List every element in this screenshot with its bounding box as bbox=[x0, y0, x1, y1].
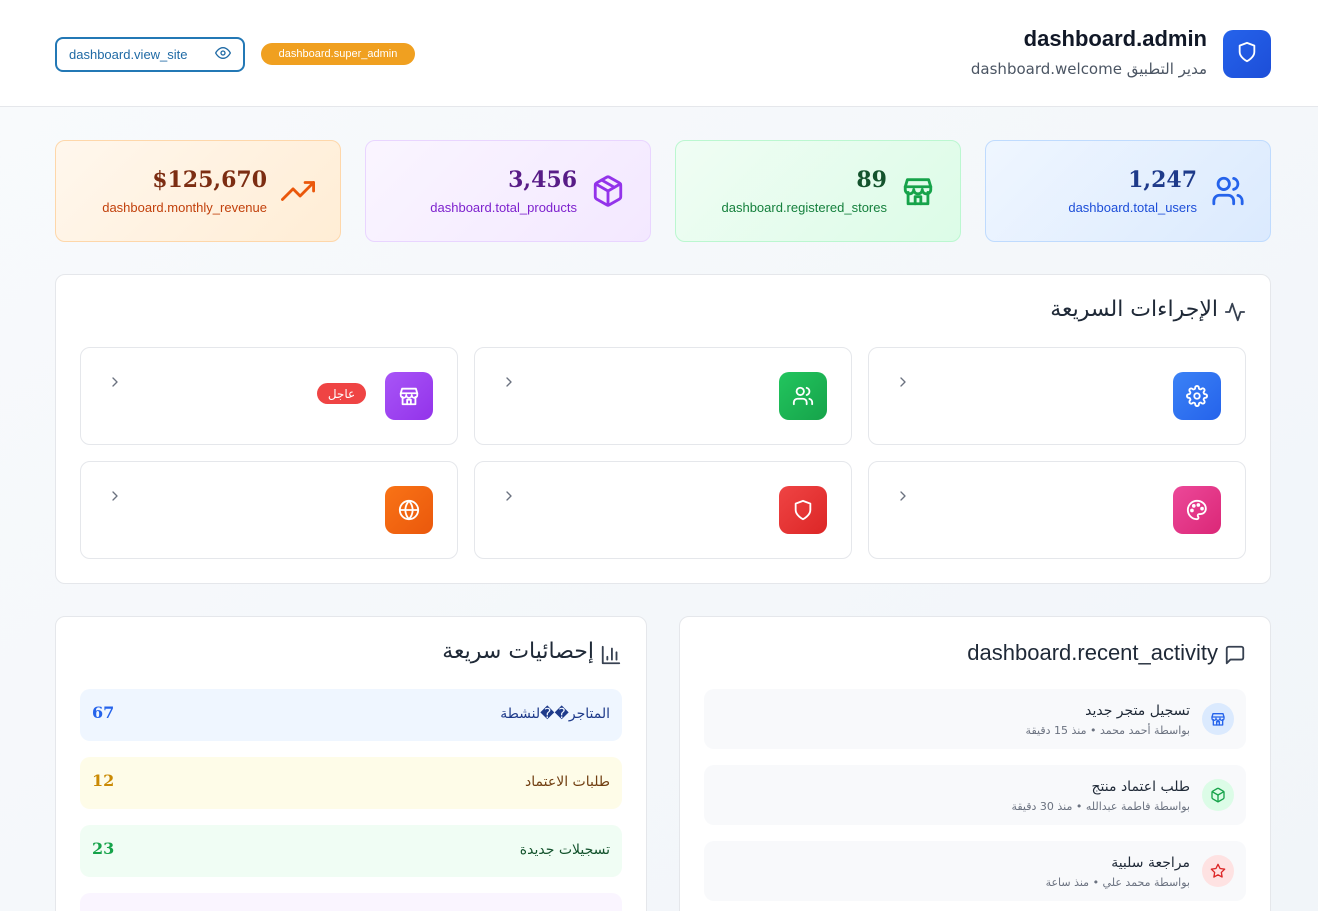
stat-card-revenue: $125,670 dashboard.monthly_revenue bbox=[55, 140, 341, 242]
quick-stat-value: 12 bbox=[92, 771, 115, 790]
stat-label: dashboard.total_products bbox=[430, 200, 577, 215]
package-icon bbox=[591, 174, 625, 208]
store-icon bbox=[901, 174, 935, 208]
quick-action-site[interactable] bbox=[80, 461, 458, 559]
chevron-icon bbox=[895, 374, 911, 390]
stat-value: $125,670 bbox=[152, 167, 267, 193]
chevron-icon bbox=[895, 488, 911, 504]
urgent-badge: عاجل bbox=[317, 383, 366, 404]
chevron-icon bbox=[107, 488, 123, 504]
store-icon bbox=[385, 372, 433, 420]
globe-icon bbox=[385, 486, 433, 534]
eye-icon bbox=[215, 45, 231, 64]
shield-icon bbox=[779, 486, 827, 534]
users-icon bbox=[779, 372, 827, 420]
stat-value: 89 bbox=[856, 167, 887, 193]
app-logo bbox=[1223, 30, 1271, 78]
settings-icon bbox=[1173, 372, 1221, 420]
chevron-icon bbox=[501, 374, 517, 390]
quick-stat-label: طلبات الاعتماد bbox=[525, 774, 610, 790]
top-header: dashboard.view_site dashboard.super_admi… bbox=[0, 0, 1318, 107]
chevron-icon bbox=[107, 374, 123, 390]
trending-up-icon bbox=[281, 174, 315, 208]
activity-meta: بواسطة فاطمة عبدالله • منذ 30 دقيقة bbox=[1011, 800, 1190, 813]
users-icon bbox=[1211, 174, 1245, 208]
stat-label: dashboard.monthly_revenue bbox=[102, 200, 267, 215]
quick-stat-row: المتاجر��لنشطة 67 bbox=[80, 689, 622, 741]
quick-action-theme[interactable] bbox=[868, 461, 1246, 559]
role-badge: dashboard.super_admin bbox=[261, 43, 415, 65]
quick-stat-row: طلبات الاعتماد 12 bbox=[80, 757, 622, 809]
activity-title: طلب اعتماد منتج bbox=[1091, 779, 1190, 795]
chevron-icon bbox=[501, 488, 517, 504]
stat-label: dashboard.registered_stores bbox=[721, 200, 888, 215]
bar-chart-icon bbox=[600, 644, 622, 666]
stat-card-stores: 89 dashboard.registered_stores bbox=[675, 140, 961, 242]
activity-item[interactable]: مراجعة سلبية بواسطة محمد علي • منذ ساعة bbox=[704, 841, 1246, 901]
quick-action-settings[interactable] bbox=[868, 347, 1246, 445]
quick-stat-label: تسجيلات جديدة bbox=[519, 842, 610, 858]
quick-stat-value: 23 bbox=[92, 839, 115, 858]
activity-meta: بواسطة أحمد محمد • منذ 15 دقيقة bbox=[1025, 724, 1190, 737]
quick-stat-row: تسجيلات جديدة 23 bbox=[80, 825, 622, 877]
stat-value: 3,456 bbox=[508, 167, 577, 193]
recent-activity-title: dashboard.recent_activity bbox=[967, 640, 1218, 665]
star-icon bbox=[1202, 855, 1234, 887]
message-icon bbox=[1224, 644, 1246, 666]
activity-item[interactable]: تسجيل متجر جديد بواسطة أحمد محمد • منذ 1… bbox=[704, 689, 1246, 749]
quick-stat-value: 67 bbox=[92, 703, 115, 722]
quick-stat-row bbox=[80, 893, 622, 911]
quick-action-stores[interactable]: عاجل bbox=[80, 347, 458, 445]
activity-item[interactable]: طلب اعتماد منتج بواسطة فاطمة عبدالله • م… bbox=[704, 765, 1246, 825]
stat-card-users: 1,247 dashboard.total_users bbox=[985, 140, 1271, 242]
quick-actions-title: الإجراءات السريعة bbox=[1050, 297, 1218, 322]
palette-icon bbox=[1173, 486, 1221, 534]
quick-stats-title: إحصائيات سريعة bbox=[442, 639, 594, 664]
stat-value: 1,247 bbox=[1128, 167, 1197, 193]
quick-actions-panel: الإجراءات السريعة عاجل bbox=[55, 274, 1271, 584]
stat-card-products: 3,456 dashboard.total_products bbox=[365, 140, 651, 242]
view-site-button[interactable]: dashboard.view_site bbox=[55, 37, 245, 72]
activity-title: مراجعة سلبية bbox=[1111, 855, 1190, 871]
quick-action-users[interactable] bbox=[474, 347, 852, 445]
activity-icon bbox=[1224, 301, 1246, 323]
quick-stats-panel: إحصائيات سريعة المتاجر��لنشطة 67 طلبات ا… bbox=[55, 616, 647, 911]
page-title: dashboard.admin bbox=[1023, 26, 1207, 51]
package-icon bbox=[1202, 779, 1234, 811]
recent-activity-panel: dashboard.recent_activity تسجيل متجر جدي… bbox=[679, 616, 1271, 911]
quick-stat-label: المتاجر��لنشطة bbox=[500, 706, 610, 722]
stat-label: dashboard.total_users bbox=[1068, 200, 1197, 215]
view-site-label: dashboard.view_site bbox=[69, 47, 188, 62]
quick-action-security[interactable] bbox=[474, 461, 852, 559]
page-subtitle: dashboard.welcome مدير التطبيق bbox=[970, 60, 1207, 78]
activity-title: تسجيل متجر جديد bbox=[1085, 703, 1190, 719]
shield-icon bbox=[1236, 41, 1258, 67]
activity-meta: بواسطة محمد علي • منذ ساعة bbox=[1045, 876, 1190, 889]
store-icon bbox=[1202, 703, 1234, 735]
